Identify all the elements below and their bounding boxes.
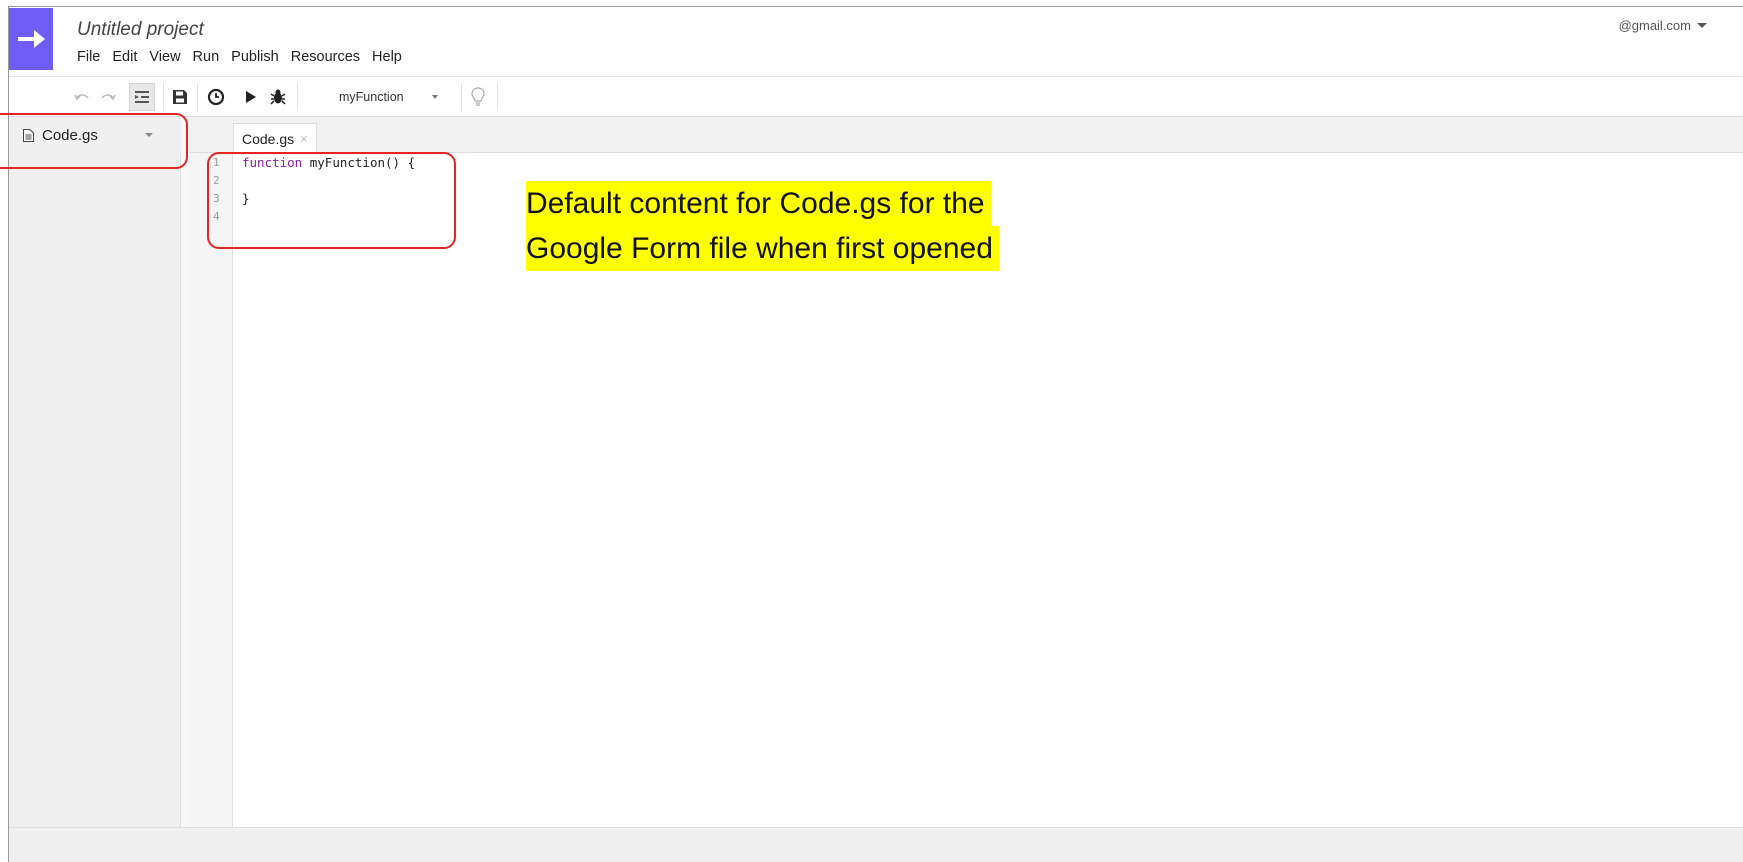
tab-bar: Code.gs ×	[190, 117, 1743, 153]
annotation-note: Default content for Code.gs for the Goog…	[526, 181, 999, 271]
callout-box-sidebar	[0, 113, 188, 169]
tab-label: Code.gs	[242, 130, 295, 147]
menu-resources[interactable]: Resources	[291, 49, 360, 65]
execution-hints-button[interactable]	[467, 83, 489, 111]
indent-icon	[135, 91, 149, 103]
account-menu[interactable]: @gmail.com	[1619, 18, 1707, 33]
toolbar: myFunction	[9, 76, 1743, 117]
annotation-line-2: Google Form file when first opened	[526, 226, 999, 271]
account-email: @gmail.com	[1618, 18, 1691, 33]
menu-file[interactable]: File	[77, 49, 100, 65]
callout-box-code	[207, 152, 456, 249]
line-number-gutter: 1 2 3 4	[190, 153, 233, 827]
indent-button[interactable]	[129, 83, 155, 111]
project-title[interactable]: Untitled project	[77, 19, 204, 41]
close-icon[interactable]: ×	[300, 131, 308, 146]
menu-run[interactable]: Run	[193, 49, 220, 65]
annotation-line-1: Default content for Code.gs for the	[526, 181, 991, 226]
function-select-value: myFunction	[339, 90, 404, 104]
file-sidebar: Code.gs	[9, 117, 181, 827]
save-button[interactable]	[169, 83, 191, 111]
debug-button[interactable]	[266, 83, 290, 111]
sidebar-splitter[interactable]	[181, 117, 190, 827]
clock-icon	[207, 88, 225, 106]
arrow-right-icon	[18, 30, 45, 48]
redo-icon	[101, 94, 116, 101]
play-icon	[246, 91, 256, 103]
tab-code-gs[interactable]: Code.gs ×	[233, 123, 317, 153]
status-bar	[9, 827, 1743, 862]
undo-button[interactable]	[71, 83, 93, 111]
chevron-down-icon	[1697, 23, 1707, 28]
redo-button[interactable]	[97, 83, 119, 111]
lightbulb-icon	[471, 87, 485, 106]
menu-view[interactable]: View	[149, 49, 180, 65]
menu-publish[interactable]: Publish	[231, 49, 279, 65]
function-select[interactable]: myFunction	[339, 83, 457, 111]
bug-icon	[270, 89, 286, 105]
code-line[interactable]: function myFunction() {	[233, 154, 1743, 172]
run-button[interactable]	[242, 83, 260, 111]
menu-edit[interactable]: Edit	[112, 49, 137, 65]
menu-bar: File Edit View Run Publish Resources Hel…	[77, 49, 414, 65]
save-icon	[173, 90, 187, 104]
chevron-down-icon	[431, 95, 438, 99]
menu-help[interactable]: Help	[372, 49, 402, 65]
triggers-button[interactable]	[204, 83, 228, 111]
undo-icon	[74, 94, 89, 101]
apps-script-logo[interactable]	[9, 8, 53, 70]
